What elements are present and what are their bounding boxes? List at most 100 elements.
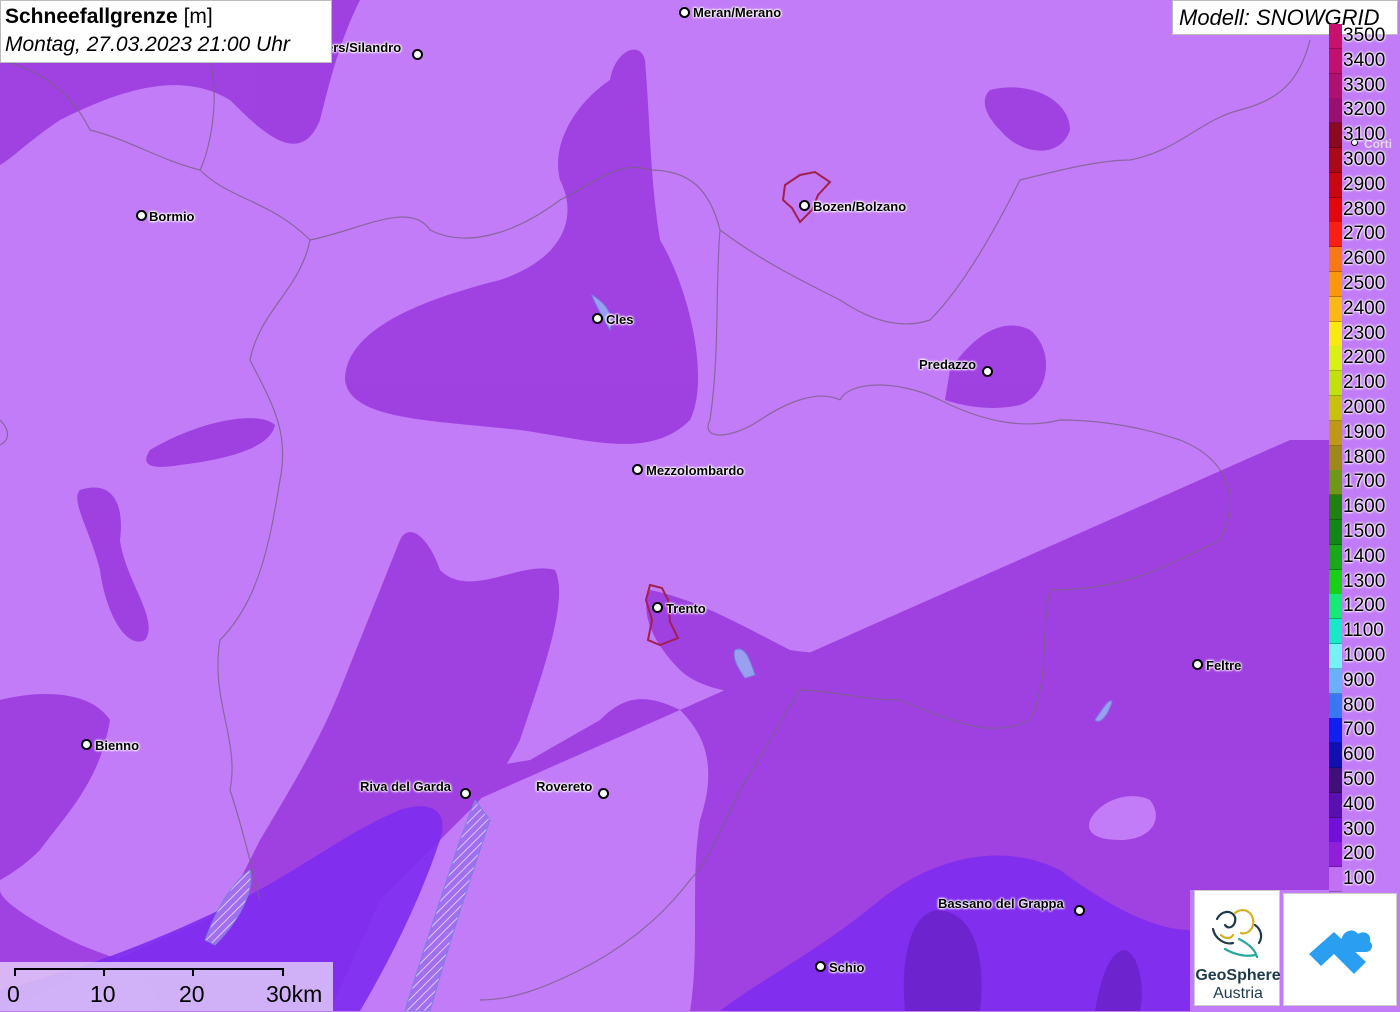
legend-label: 500 [1343, 769, 1375, 790]
map-title-name: Schneefallgrenze [5, 5, 178, 28]
city-dot-predazzo[interactable] [982, 366, 993, 377]
city-dot-bassano[interactable] [1074, 905, 1085, 916]
city-label-cles: Cles [606, 312, 634, 327]
legend-label: 900 [1343, 669, 1375, 691]
legend-label: 300 [1343, 818, 1375, 840]
geosphere-logo-line1: GeoSphere [1195, 967, 1281, 984]
legend-label: 3200 [1343, 99, 1386, 121]
city-label-schio: Schio [829, 960, 865, 975]
legend-item: 2700 [1329, 222, 1400, 248]
snowfall-map[interactable] [0, 0, 1400, 1011]
legend-item: 1300 [1329, 569, 1400, 595]
legend-item: 2600 [1329, 247, 1400, 273]
legend-label: 2500 [1343, 273, 1386, 294]
legend-item: 2500 [1329, 272, 1400, 297]
legend-item: 1900 [1329, 420, 1400, 446]
legend-swatch [1329, 743, 1342, 769]
legend-label: 200 [1343, 843, 1375, 865]
legend-item: 2200 [1329, 346, 1400, 372]
legend-swatch [1329, 470, 1342, 496]
city-dot-feltre[interactable] [1192, 659, 1203, 670]
legend-item: 400 [1329, 792, 1400, 818]
legend-item: 600 [1329, 743, 1400, 769]
scale-tick-20 [192, 968, 194, 976]
legend-item: 1800 [1329, 445, 1400, 471]
app-logo[interactable] [1283, 893, 1397, 1006]
map-datetime: Montag, 27.03.2023 21:00 Uhr [5, 33, 290, 56]
legend-label: 2400 [1343, 297, 1386, 319]
legend-label: 2300 [1343, 322, 1386, 344]
city-dot-bormio[interactable] [136, 210, 147, 221]
legend-label: 1800 [1343, 446, 1386, 468]
city-label-feltre: Feltre [1206, 658, 1242, 673]
legend-label: 1700 [1343, 471, 1386, 493]
legend-swatch [1329, 420, 1342, 446]
legend-swatch [1329, 172, 1342, 198]
geosphere-logo[interactable]: GeoSphere Austria [1194, 890, 1281, 1006]
legend-item: 2400 [1329, 296, 1400, 322]
legend-label: 1500 [1343, 521, 1386, 542]
legend-item: 3400 [1329, 48, 1400, 74]
city-label-meran: Meran/Merano [693, 5, 782, 20]
city-dot-silandro[interactable] [412, 49, 423, 60]
scale-tick-10 [103, 968, 105, 976]
mountain-cloud-icon [1309, 930, 1373, 974]
scale-label-30km: 30km [266, 981, 323, 1007]
legend-swatch [1329, 247, 1342, 273]
map-title-box: Schneefallgrenze [m] Montag, 27.03.2023 … [0, 0, 332, 63]
city-label-bienno: Bienno [95, 738, 140, 753]
legend-label: 2900 [1343, 173, 1386, 195]
legend-label: 1900 [1343, 421, 1386, 443]
city-label-predazzo: Predazzo [919, 357, 977, 372]
legend-item: 1000 [1329, 644, 1400, 669]
city-dot-schio[interactable] [815, 961, 826, 972]
legend-label: 2800 [1343, 198, 1386, 220]
geosphere-logo-icon [1211, 909, 1263, 959]
legend-label: 3100 [1343, 124, 1386, 146]
legend-swatch [1329, 817, 1342, 843]
city-dot-bienno[interactable] [81, 739, 92, 750]
city-dot-rovereto[interactable] [598, 788, 609, 799]
legend-swatch [1329, 346, 1342, 372]
city-dot-cles[interactable] [592, 313, 603, 324]
legend-swatch [1329, 594, 1342, 620]
legend-item: 900 [1329, 668, 1400, 694]
legend-label: 1000 [1343, 645, 1386, 666]
legend-item: 2300 [1329, 321, 1400, 347]
legend-swatch [1329, 445, 1342, 471]
legend-swatch [1329, 98, 1342, 124]
legend-swatch [1329, 495, 1342, 521]
legend-label: 2700 [1343, 223, 1386, 245]
legend-label: 2600 [1343, 248, 1386, 270]
legend-swatch [1329, 371, 1342, 397]
legend-swatch [1329, 148, 1342, 173]
legend-item: 1400 [1329, 544, 1400, 570]
legend-swatch [1329, 619, 1342, 645]
legend-item: 500 [1329, 768, 1400, 793]
legend-label: 3400 [1343, 49, 1386, 71]
legend-item: 2100 [1329, 371, 1400, 397]
legend-item: 100 [1329, 867, 1400, 893]
legend-label: 1600 [1343, 496, 1386, 518]
city-dot-meran[interactable] [679, 7, 690, 18]
color-legend: 3500 3400 3300 3200 3100 3000 2900 2800 2700 2600… [1329, 24, 1400, 893]
legend-item: 3500 [1329, 24, 1400, 49]
legend-label: 1200 [1343, 595, 1386, 617]
legend-item: 3000 [1329, 148, 1400, 173]
city-dot-mezzolombardo[interactable] [632, 464, 643, 475]
legend-label: 800 [1343, 694, 1375, 716]
legend-item: 1100 [1329, 619, 1400, 645]
geosphere-logo-line2: Austria [1213, 985, 1263, 1002]
scale-tick-0 [14, 968, 16, 976]
legend-item: 3100 [1329, 123, 1400, 149]
legend-item: 1700 [1329, 470, 1400, 496]
city-dot-riva[interactable] [460, 788, 471, 799]
city-dot-trento[interactable] [652, 602, 663, 613]
scale-label-20: 20 [179, 981, 205, 1007]
city-dot-bolzano[interactable] [799, 200, 810, 211]
legend-swatch [1329, 24, 1342, 49]
legend-swatch [1329, 48, 1342, 74]
legend-label: 2200 [1343, 347, 1386, 369]
city-label-mezzolombardo: Mezzolombardo [646, 463, 745, 478]
city-label-silandro: ers/Silandro [326, 40, 402, 55]
